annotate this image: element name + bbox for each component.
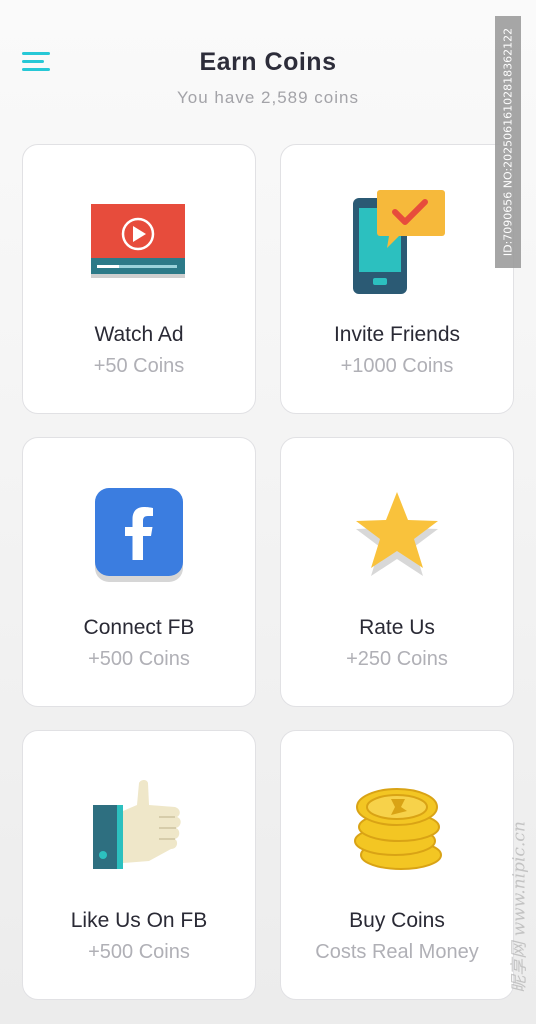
card-reward: +1000 Coins — [340, 355, 454, 377]
card-label: Like Us On FB — [70, 909, 208, 932]
id-watermark: ID:7090656 NO:20250616102818362122 — [495, 16, 521, 268]
card-reward: Costs Real Money — [315, 941, 479, 963]
phone-message-icon — [281, 181, 513, 301]
card-label: Watch Ad — [94, 323, 184, 346]
card-rate-us[interactable]: Rate Us +250 Coins — [280, 437, 514, 707]
card-reward: +500 Coins — [88, 941, 190, 963]
card-label: Rate Us — [359, 616, 435, 639]
thumbs-up-icon — [23, 767, 255, 887]
site-watermark: 昵享网 www.nipic.cn — [509, 821, 530, 993]
card-connect-fb[interactable]: Connect FB +500 Coins — [22, 437, 256, 707]
card-reward: +500 Coins — [88, 648, 190, 670]
star-icon — [281, 474, 513, 594]
coin-stack-icon — [281, 767, 513, 887]
card-reward: +250 Coins — [346, 648, 448, 670]
card-like-us-fb[interactable]: Like Us On FB +500 Coins — [22, 730, 256, 1000]
card-reward: +50 Coins — [93, 355, 185, 377]
card-label: Buy Coins — [349, 909, 445, 932]
page-title: Earn Coins — [199, 48, 337, 76]
card-invite-friends[interactable]: Invite Friends +1000 Coins — [280, 144, 514, 414]
coin-balance: You have 2,589 coins — [177, 88, 359, 107]
card-label: Invite Friends — [333, 323, 461, 346]
video-play-icon — [23, 181, 255, 301]
card-watch-ad[interactable]: Watch Ad +50 Coins — [22, 144, 256, 414]
card-label: Connect FB — [83, 616, 195, 639]
facebook-icon — [23, 474, 255, 594]
card-buy-coins[interactable]: Buy Coins Costs Real Money — [280, 730, 514, 1000]
